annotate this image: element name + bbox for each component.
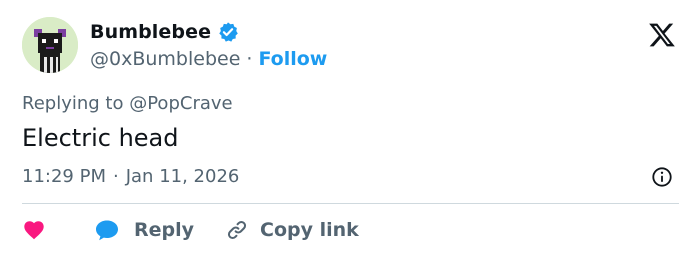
timestamp-separator: · [112, 166, 119, 187]
speech-bubble-icon [96, 220, 118, 241]
tweet-time: 11:29 PM [22, 166, 106, 187]
author-handle[interactable]: @0xBumblebee [90, 48, 240, 70]
author-name-row: Bumblebee [90, 21, 239, 43]
heart-icon [24, 221, 44, 240]
avatar[interactable] [22, 17, 78, 73]
like-button[interactable] [22, 218, 46, 242]
author-display-name[interactable]: Bumblebee [90, 21, 211, 43]
reply-label: Reply [134, 219, 195, 241]
reply-button[interactable]: Reply [94, 218, 194, 242]
info-icon[interactable] [651, 166, 673, 188]
follow-button[interactable]: Follow [258, 48, 327, 70]
action-bar: Reply Copy link [22, 216, 359, 244]
tweet-timestamp[interactable]: 11:29 PM · Jan 11, 2026 [22, 166, 239, 187]
tweet-text: Electric head [22, 124, 179, 152]
verified-badge-icon [219, 22, 238, 42]
replying-to-prefix: Replying to [22, 93, 124, 114]
handle-separator: · [246, 48, 253, 70]
replying-to: Replying to @PopCrave [22, 93, 233, 114]
copy-link-button[interactable]: Copy link [226, 219, 359, 241]
replying-to-mention[interactable]: @PopCrave [129, 93, 232, 114]
tweet-date: Jan 11, 2026 [125, 166, 240, 187]
copy-link-label: Copy link [260, 219, 359, 241]
author-handle-row: @0xBumblebee · Follow [90, 48, 327, 70]
x-logo-icon[interactable] [648, 21, 676, 49]
divider [22, 203, 679, 204]
link-icon [227, 220, 247, 240]
